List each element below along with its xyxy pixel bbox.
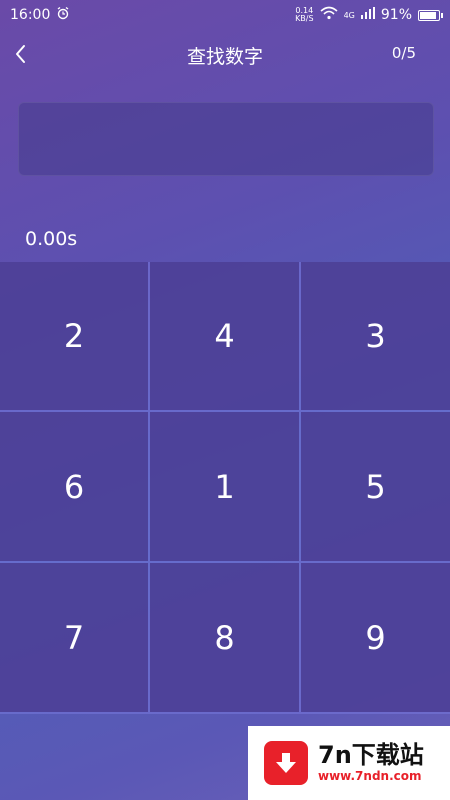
- timer: 0.00s: [25, 228, 78, 250]
- ad-text: 7n下载站 www.7ndn.com: [318, 742, 424, 784]
- key-cell[interactable]: 2: [0, 262, 148, 410]
- key-cell[interactable]: 4: [150, 262, 299, 410]
- wifi-icon: [320, 6, 338, 24]
- download-arrow-icon: [264, 741, 308, 785]
- page-title: 查找数字: [186, 46, 263, 68]
- alarm-icon: [56, 6, 70, 24]
- watermark-ad: 7n下载站 www.7ndn.com: [248, 726, 450, 800]
- status-bar: 16:00 0.14 KB/S 4G 91%: [0, 0, 450, 30]
- battery-percent: 91%: [380, 7, 412, 23]
- network-type: 4G: [343, 10, 355, 20]
- key-cell[interactable]: 9: [301, 563, 450, 712]
- battery-icon: [418, 9, 443, 21]
- progress-counter: 0/5: [391, 44, 416, 62]
- key-cell[interactable]: 6: [0, 412, 148, 561]
- net-speed-unit: KB/S: [295, 14, 314, 23]
- key-cell[interactable]: 5: [301, 412, 450, 561]
- net-speed: 0.14 KB/S: [295, 7, 314, 23]
- header: 查找数字 0/5: [0, 32, 450, 76]
- status-right: 0.14 KB/S 4G 91%: [295, 6, 443, 24]
- target-display: [18, 102, 434, 176]
- key-cell[interactable]: 1: [150, 412, 299, 561]
- status-time: 16:00: [10, 7, 51, 23]
- ad-url: www.7ndn.com: [318, 769, 422, 783]
- status-left: 16:00: [10, 6, 70, 24]
- number-keypad: 2 4 3 6 1 5 7 8 9: [0, 262, 450, 714]
- ad-name: 7n下载站: [318, 741, 424, 769]
- key-cell[interactable]: 7: [0, 563, 148, 712]
- key-cell[interactable]: 8: [150, 563, 299, 712]
- signal-icon: [360, 7, 375, 23]
- key-cell[interactable]: 3: [301, 262, 450, 410]
